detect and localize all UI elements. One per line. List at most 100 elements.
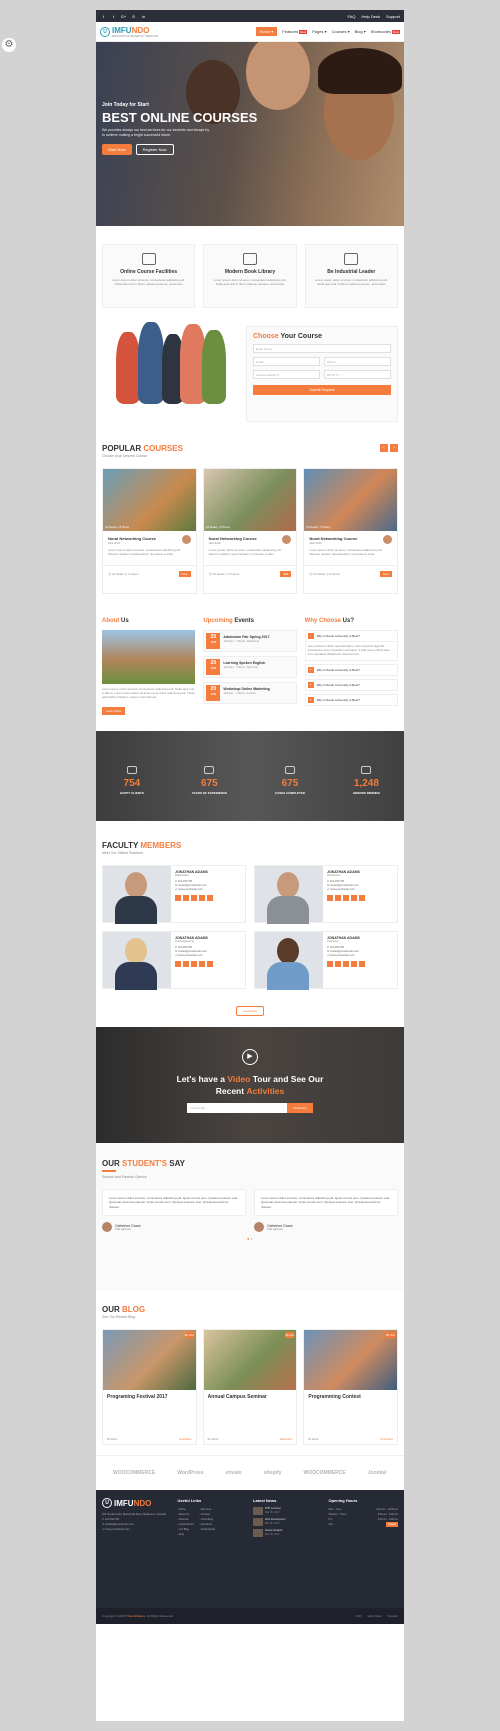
read-more-link[interactable]: Read More [179,1438,191,1441]
course-title[interactable]: Nural Networking Course [309,536,392,541]
partner-logo[interactable]: envato [226,1470,242,1476]
info-columns: About Us Lorem ipsum dolor sit amet cons… [96,604,404,731]
gear-icon[interactable]: ⚙ [2,38,16,52]
faculty-card[interactable]: JONATHAN ADAMS Civil Engineering ✆ 123-45… [102,931,246,990]
prev-arrow-icon[interactable]: ‹ [380,444,388,452]
course-title[interactable]: Nural Networking Course [108,536,191,541]
blog-image: 20 Jun [304,1330,398,1390]
load-more-button[interactable]: Load More [235,1006,265,1016]
register-now-button[interactable]: Register Now [135,144,174,155]
video-tour-section: ▶ Let's have a Video Tour and See Our Rec… [96,1027,404,1143]
top-link-support[interactable]: Support [386,14,400,19]
blog-header: OUR BLOG See Our Recent Blog [102,1305,146,1319]
menu-courses[interactable]: Courses ▾ [332,29,350,34]
name-field[interactable]: Enter Name [253,344,391,353]
email-field[interactable]: Email [253,357,320,366]
event-item[interactable]: 20 JUN Admission Fair Spring 2017 12:00 pm… [203,630,297,652]
menu-blog[interactable]: Blog ▾ [355,29,366,34]
accordion-item[interactable]: + Why Imfundo University is Best? [304,679,398,691]
linkedin-icon[interactable] [207,961,213,967]
faculty-card[interactable]: JONATHAN ADAMS Mathematics ✆ 123-456-789 … [102,865,246,924]
submit-request-button[interactable]: Submit Request [253,385,391,395]
news-item[interactable]: Web Development Mar 06, 2017 [253,1518,323,1526]
read-more-link[interactable]: Read More [280,1438,292,1441]
google-plus-icon[interactable] [343,961,349,967]
subscribe-button[interactable]: Subscribe [287,1103,313,1113]
carousel-dots[interactable]: ● ● [102,1236,398,1241]
course-card[interactable]: (24 Seats) • (3 Hours) Nural Networking … [202,468,298,594]
learn-more-button[interactable]: Learn More [102,707,126,715]
news-item[interactable]: Spoken English Mar 06, 2017 [253,1529,323,1537]
twitter-icon[interactable] [183,895,189,901]
hero-text: We provides always our best services for… [102,128,210,137]
top-link-help[interactable]: Help Desk [362,14,380,19]
google-plus-icon[interactable] [191,895,197,901]
partner-logo[interactable]: Joomla! [368,1470,387,1476]
google-plus-icon[interactable] [343,895,349,901]
facebook-icon[interactable] [175,895,181,901]
facebook-icon[interactable] [327,961,333,967]
next-arrow-icon[interactable]: › [390,444,398,452]
twitter-icon[interactable] [335,895,341,901]
menu-features[interactable]: Features New [282,29,308,34]
twitter-icon[interactable] [335,961,341,967]
faculty-select[interactable]: Choose Faculty ▾ [253,370,320,379]
news-item[interactable]: PHP Learning Mar 06, 2017 [253,1507,323,1515]
event-item[interactable]: 20 JUN Learning Spoken English 12:00 pm - … [203,656,297,678]
event-item[interactable]: 20 JUN Workshop Online Marketing 12:00 pm … [203,682,297,704]
avatar [102,1222,112,1232]
blog-card[interactable]: 20 Jun Programing Festival 2017 By Admin… [102,1329,197,1445]
linkedin-icon[interactable] [359,895,365,901]
subscribe-email-input[interactable]: Your Email [187,1103,288,1113]
faculty-card[interactable]: JONATHAN ADAMS Chemistry ✆ 123-456-789 ✉ … [254,931,398,990]
facebook-icon[interactable] [327,895,333,901]
why-choose-us: Why Choose Us? - Why Imfundo University i… [304,618,398,717]
linkedin-icon[interactable] [207,895,213,901]
footer-link-faq[interactable]: FAQ [356,1614,362,1618]
menu-home[interactable]: Home ▾ [255,27,278,36]
twitter-icon[interactable] [183,961,189,967]
phone-field[interactable]: Phone [324,357,391,366]
twitter-icon[interactable]: t [110,14,117,19]
skype-icon[interactable] [351,895,357,901]
read-more-link[interactable]: Read More [381,1438,393,1441]
skype-icon[interactable] [351,961,357,967]
blog-list: 20 Jun Programing Festival 2017 By Admin… [96,1319,404,1455]
date-field[interactable]: DD M YY [324,370,391,379]
footer-link[interactable]: › FAQ [178,1532,194,1537]
faculty-photo [255,866,323,924]
start-now-button[interactable]: Start Now [102,144,132,155]
footer-link[interactable]: › Professional [200,1527,215,1532]
accordion-item[interactable]: - Why Imfundo University is Best? [304,630,398,642]
faculty-grid: JONATHAN ADAMS Mathematics ✆ 123-456-789 … [96,855,404,995]
partner-logo[interactable]: WordPress [177,1470,203,1476]
partner-logo[interactable]: WOOCOMMERCE [304,1470,346,1476]
skype-icon[interactable] [199,961,205,967]
google-plus-icon[interactable] [191,961,197,967]
top-link-faq[interactable]: FAQ [348,14,356,19]
accordion-item[interactable]: + Why Imfundo University is Best? [304,694,398,706]
menu-pages[interactable]: Pages ▾ [312,29,326,34]
linkedin-icon[interactable]: in [140,14,147,19]
course-title[interactable]: Nural Networking Course [209,536,292,541]
course-card[interactable]: (24 Seats) • (3 Hours) Nural Networking … [303,468,399,594]
linkedin-icon[interactable] [359,961,365,967]
partner-logo[interactable]: shopify [264,1470,282,1476]
play-icon[interactable]: ▶ [242,1049,258,1065]
google-plus-icon[interactable]: G+ [120,14,127,19]
blog-card[interactable]: 20 Jun Programming Contest By Admin Read … [303,1329,399,1445]
footer-link-help[interactable]: Help Desk [368,1614,382,1618]
instagram-icon[interactable]: ⊙ [130,14,137,19]
partner-logo[interactable]: WOOCOMMERCE [113,1470,155,1476]
faculty-card[interactable]: JONATHAN ADAMS Architecture ✆ 123-456-789… [254,865,398,924]
course-image: (24 Seats) • (3 Hours) [203,469,297,531]
facebook-icon[interactable]: f [100,14,107,19]
footer-link-support[interactable]: Support [387,1614,398,1618]
menu-shortcodes[interactable]: Shortcodes New [371,29,400,34]
blog-card[interactable]: 20 Jun Annual Campus Seminar By Admin Rea… [202,1329,298,1445]
skype-icon[interactable] [199,895,205,901]
accordion-item[interactable]: + Why Imfundo University is Best? [304,664,398,676]
facebook-icon[interactable] [175,961,181,967]
course-card[interactable]: (24 Seats) • (3 Hours) Nural Networking … [102,468,197,594]
logo[interactable]: U IMFUNDO EDUCATION & UNIVERSITY TEMPLAT… [100,26,158,38]
